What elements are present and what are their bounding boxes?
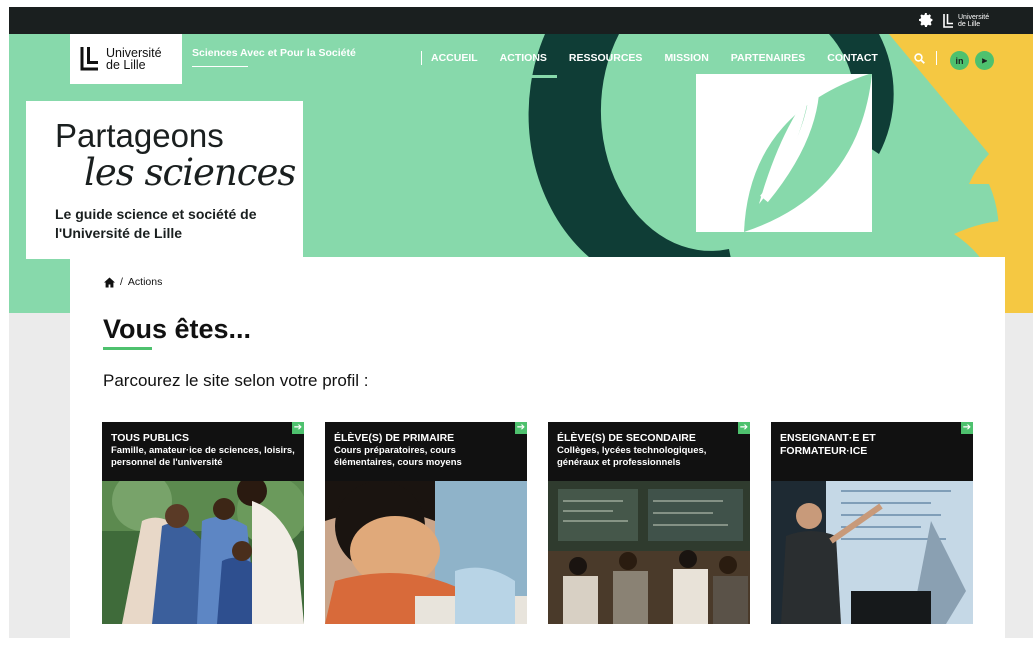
home-icon[interactable] <box>104 277 115 288</box>
profile-card-enseignant[interactable]: ENSEIGNANT·E ET FORMATEUR·ICE ➔ <box>771 422 973 624</box>
topbar-logo-text: Université de Lille <box>958 14 989 28</box>
breadcrumb: / Actions <box>104 276 162 288</box>
nav-separator <box>421 51 422 65</box>
profile-card-header: ENSEIGNANT·E ET FORMATEUR·ICE <box>771 422 973 481</box>
nav-item-ressources[interactable]: RESSOURCES <box>569 52 643 64</box>
profile-card-desc: Famille, amateur·ice de sciences, loisir… <box>111 445 295 468</box>
arrow-right-icon: ➔ <box>515 422 527 434</box>
header-logo-text: Université de Lille <box>106 47 162 72</box>
arrow-right-icon: ➔ <box>738 422 750 434</box>
main-content-card: / Actions Vous êtes... Parcourez le site… <box>70 257 1005 638</box>
profile-card-title: ÉLÈVE(S) DE PRIMAIRE <box>334 432 455 444</box>
topbar-university-logo[interactable]: Université de Lille <box>943 12 989 29</box>
header-logo[interactable]: Université de Lille <box>70 34 182 84</box>
profile-card-header: ÉLÈVE(S) DE PRIMAIRE Cours préparatoires… <box>325 422 527 481</box>
profile-card-title: TOUS PUBLICS <box>111 432 189 444</box>
search-icon[interactable] <box>914 53 925 64</box>
hero-subtitle: Le guide science et société de l'Univers… <box>55 206 257 241</box>
profile-card-header: TOUS PUBLICS Famille, amateur·ice de sci… <box>102 422 304 481</box>
profile-card-secondaire[interactable]: ÉLÈVE(S) DE SECONDAIRE Collèges, lycées … <box>548 422 750 624</box>
gear-icon[interactable] <box>918 12 934 28</box>
main-navigation: ACCUEIL ACTIONS RESSOURCES MISSION PARTE… <box>431 52 900 78</box>
header-logo-line2: de Lille <box>106 58 146 72</box>
profile-card-title: ENSEIGNANT·E ET FORMATEUR·ICE <box>780 432 876 457</box>
page-title-underline <box>103 347 152 350</box>
profile-card-desc: Collèges, lycées technologiques, générau… <box>557 445 707 468</box>
intro-text: Parcourez le site selon votre profil : <box>103 371 369 390</box>
profile-card-header: ÉLÈVE(S) DE SECONDAIRE Collèges, lycées … <box>548 422 750 481</box>
nav-item-accueil[interactable]: ACCUEIL <box>431 52 478 64</box>
podcast-icon[interactable]: ⫸ <box>975 51 994 70</box>
nav-item-actions[interactable]: ACTIONS <box>489 52 558 78</box>
topbar-logo-line2: de Lille <box>958 20 981 28</box>
nav-item-partenaires[interactable]: PARTENAIRES <box>731 52 805 64</box>
arrow-right-icon: ➔ <box>961 422 973 434</box>
profile-card-primaire[interactable]: ÉLÈVE(S) DE PRIMAIRE Cours préparatoires… <box>325 422 527 624</box>
top-utility-bar: Université de Lille <box>9 7 1033 34</box>
hero-title-line1: Partageons <box>55 117 224 154</box>
social-separator <box>936 51 937 65</box>
university-logo-icon <box>943 13 953 28</box>
site-tagline[interactable]: Sciences Avec et Pour la Société <box>192 47 356 59</box>
profile-card-title: ÉLÈVE(S) DE SECONDAIRE <box>557 432 696 444</box>
page-title: Vous êtes... <box>103 314 252 344</box>
teacher-photo <box>771 481 973 624</box>
linkedin-icon[interactable]: in <box>950 51 969 70</box>
hero-title-box: Partageons les sciences Le guide science… <box>26 101 303 259</box>
university-logo-icon <box>80 47 98 71</box>
nav-item-mission[interactable]: MISSION <box>664 52 708 64</box>
breadcrumb-separator: / <box>120 276 123 288</box>
browser-viewport: Université de Lille Université de Lille … <box>9 7 1033 638</box>
nav-item-contact[interactable]: CONTACT <box>827 52 878 64</box>
topbar-logo-line1: Université <box>958 13 990 21</box>
hero-title-line2: les sciences <box>84 151 296 194</box>
breadcrumb-current: Actions <box>127 276 163 288</box>
arrow-right-icon: ➔ <box>292 422 304 434</box>
profile-card-desc: Cours préparatoires, cours élémentaires,… <box>334 445 462 468</box>
child-writing-photo <box>325 481 527 624</box>
family-photo <box>102 481 304 624</box>
classroom-photo <box>548 481 750 624</box>
tagline-underline <box>192 66 248 67</box>
profile-card-tous-publics[interactable]: TOUS PUBLICS Famille, amateur·ice de sci… <box>102 422 304 624</box>
